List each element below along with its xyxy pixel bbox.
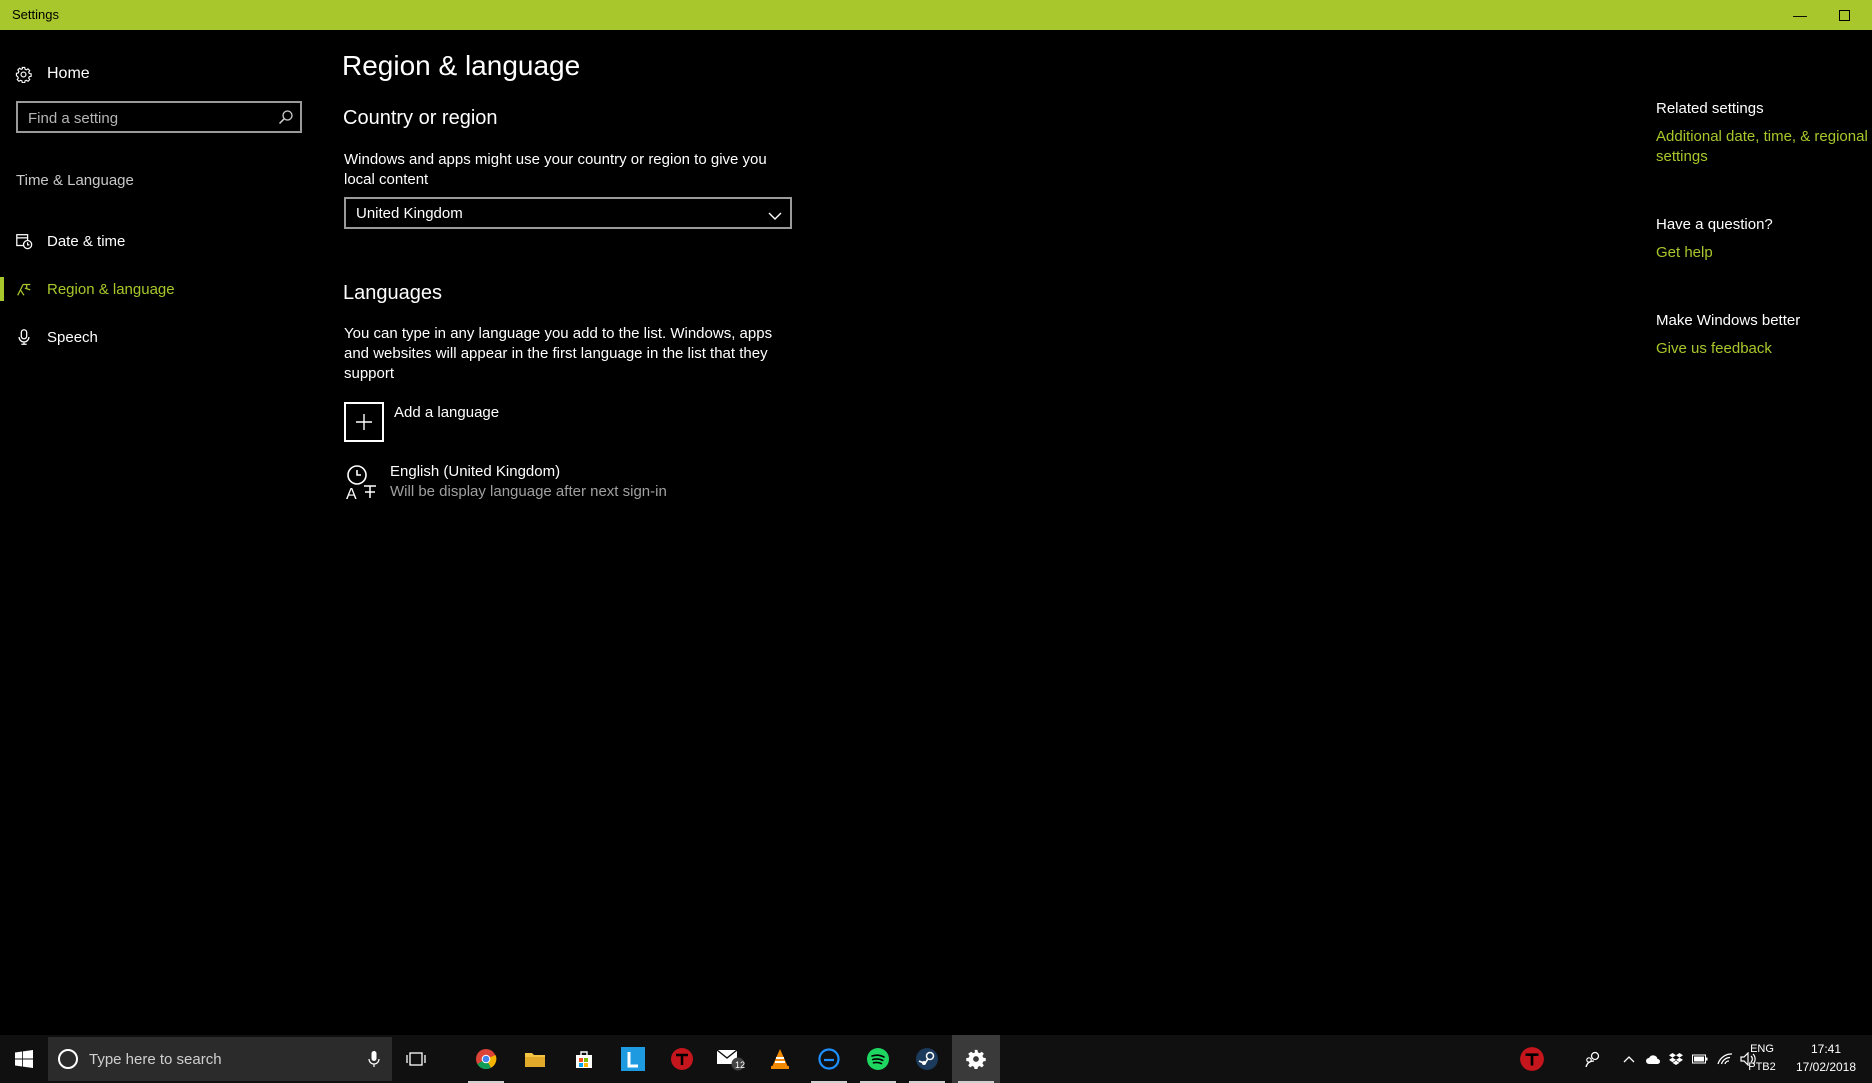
mail-button[interactable]: 12 [707, 1035, 755, 1083]
language-name: English (United Kingdom) [390, 463, 561, 480]
window-title: Settings [12, 7, 59, 22]
clock-date: 17/02/2018 [1795, 1060, 1857, 1074]
svg-text:A: A [346, 486, 357, 502]
related-settings-heading: Related settings [1656, 100, 1764, 117]
sidebar-item-date-time[interactable]: Date & time [0, 223, 320, 259]
region-language-icon [14, 279, 34, 299]
steam-icon [916, 1048, 938, 1070]
find-setting-search[interactable] [16, 101, 302, 133]
country-dropdown[interactable]: United Kingdom [344, 197, 792, 229]
restore-icon [1838, 10, 1850, 21]
folder-icon [525, 1053, 545, 1067]
page-title: Region & language [342, 50, 581, 81]
add-language-button[interactable]: Add a language [344, 402, 499, 442]
chevron-down-icon [768, 208, 782, 220]
language-pending-icon: A [344, 462, 380, 503]
find-setting-input[interactable] [26, 105, 270, 131]
battery-tray[interactable] [1688, 1035, 1712, 1083]
plus-icon [344, 402, 384, 442]
chevron-up-icon [1623, 1056, 1635, 1063]
wifi-tray[interactable] [1714, 1035, 1736, 1083]
dropbox-tray[interactable] [1665, 1035, 1687, 1083]
show-hidden-icons-button[interactable] [1618, 1035, 1640, 1083]
windows-logo-icon [15, 1050, 33, 1068]
sidebar-item-speech[interactable]: Speech [0, 319, 320, 355]
minimize-button[interactable]: — [1780, 3, 1820, 27]
languages-heading: Languages [343, 282, 442, 304]
sidebar: Home Time & Language Date & time Region … [0, 30, 320, 1025]
red-circle-app-icon [1520, 1047, 1544, 1071]
language-list-item[interactable]: A English (United Kingdom) Will be displ… [344, 462, 667, 503]
calendar-clock-icon [14, 231, 34, 251]
country-description: Windows and apps might use your country … [344, 151, 767, 188]
search-icon[interactable] [278, 109, 294, 125]
get-help-link[interactable]: Get help [1656, 243, 1872, 263]
edge-button[interactable] [805, 1035, 853, 1083]
keyboard-layout: PTB2 [1748, 1061, 1776, 1073]
home-nav-item[interactable]: Home [14, 60, 90, 88]
taskbar-search-input[interactable] [87, 1049, 341, 1069]
battery-icon [1692, 1054, 1708, 1064]
vlc-icon [771, 1049, 789, 1069]
people-icon [1585, 1051, 1600, 1068]
steam-button[interactable] [903, 1035, 951, 1083]
spotify-button[interactable] [854, 1035, 902, 1083]
file-explorer-button[interactable] [511, 1035, 559, 1083]
edge-icon [818, 1048, 840, 1070]
red-circle-app-icon [671, 1048, 693, 1070]
l-app-icon [621, 1047, 645, 1071]
feedback-heading: Make Windows better [1656, 312, 1801, 329]
cortana-icon[interactable] [58, 1049, 78, 1069]
title-bar: Settings — [0, 0, 1872, 30]
clock[interactable]: 17:41 17/02/2018 [1794, 1040, 1858, 1076]
cloud-icon [1646, 1055, 1660, 1064]
start-button[interactable] [0, 1035, 48, 1083]
question-heading: Have a question? [1656, 216, 1773, 233]
languages-description: You can type in any language you add to … [344, 325, 773, 382]
microphone-icon [14, 327, 34, 347]
restore-button[interactable] [1824, 3, 1864, 27]
task-view-button[interactable] [392, 1035, 440, 1083]
onedrive-tray[interactable] [1642, 1035, 1664, 1083]
sidebar-item-label: Date & time [47, 232, 126, 250]
settings-taskbar-button[interactable] [952, 1035, 1000, 1083]
task-view-icon [406, 1052, 426, 1066]
add-language-label: Add a language [394, 404, 500, 421]
chrome-taskbar-button[interactable] [462, 1035, 510, 1083]
language-status: Will be display language after next sign… [390, 483, 667, 500]
gear-icon [966, 1049, 986, 1069]
vlc-button[interactable] [756, 1035, 804, 1083]
store-icon [576, 1051, 592, 1068]
chrome-icon [476, 1049, 497, 1070]
red-app-button[interactable] [658, 1035, 706, 1083]
dropbox-icon [1669, 1053, 1683, 1065]
feedback-link[interactable]: Give us feedback [1656, 339, 1872, 359]
mail-badge: 12 [735, 1060, 746, 1070]
l-app-button[interactable] [609, 1035, 657, 1083]
sidebar-item-label: Region & language [47, 280, 175, 298]
spotify-icon [867, 1048, 889, 1070]
taskbar-search-box[interactable] [48, 1037, 392, 1081]
store-button[interactable] [560, 1035, 608, 1083]
taskbar: 12 ENG PTB2 17:41 17/02/2 [0, 1035, 1872, 1083]
people-button[interactable] [1578, 1035, 1608, 1083]
clock-time: 17:41 [1810, 1042, 1842, 1056]
gear-icon [14, 66, 32, 83]
additional-settings-link[interactable]: Additional date, time, & regional settin… [1656, 127, 1872, 167]
country-heading: Country or region [343, 107, 498, 129]
language-code: ENG [1750, 1043, 1774, 1055]
country-selected-value: United Kingdom [356, 204, 463, 222]
section-label: Time & Language [16, 172, 134, 189]
sidebar-item-label: Speech [47, 328, 98, 346]
home-label: Home [47, 65, 90, 82]
microphone-icon[interactable] [368, 1050, 380, 1068]
wifi-icon [1717, 1053, 1733, 1065]
tray-red-app[interactable] [1510, 1035, 1554, 1083]
sidebar-item-region-language[interactable]: Region & language [0, 271, 320, 307]
input-language-indicator[interactable]: ENG PTB2 [1742, 1040, 1782, 1076]
